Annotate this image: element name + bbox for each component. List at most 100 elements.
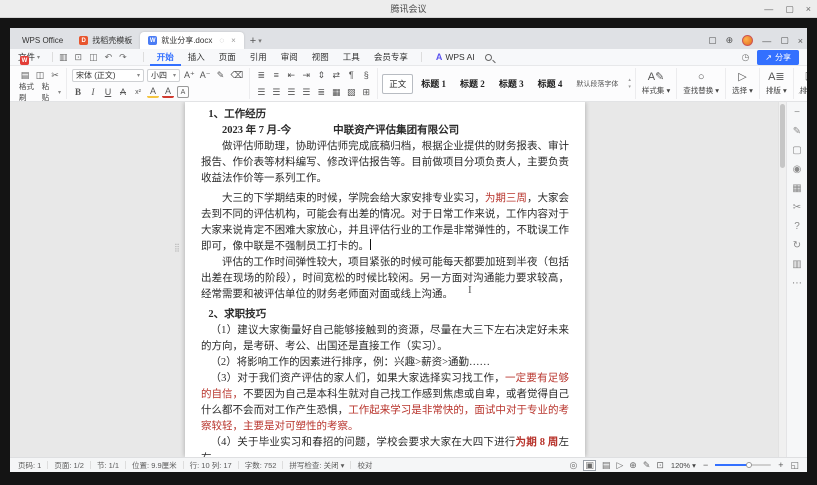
share-button[interactable]: ↗ 分享 (757, 50, 799, 65)
web-view-icon[interactable]: ⊕ (629, 461, 637, 470)
style-标题 2[interactable]: 标题 2 (454, 74, 491, 93)
ribbon-collapse-icon[interactable]: ⌃ (797, 91, 803, 99)
minimize-icon[interactable]: — (764, 4, 773, 14)
sym-icon[interactable]: ¶ (345, 69, 357, 81)
annotate-view-icon[interactable]: ✎ (643, 461, 651, 470)
indent-icon[interactable]: ⇥ (300, 69, 312, 81)
tab-close-icon[interactable]: × (231, 36, 236, 45)
close-icon[interactable]: × (806, 4, 811, 14)
justify-icon[interactable]: ☰ (300, 86, 312, 98)
scissors-icon[interactable]: ✂ (793, 203, 801, 213)
lspace-icon[interactable]: ⇕ (315, 69, 327, 81)
copy-icon[interactable]: ◫ (34, 69, 46, 81)
border-icon[interactable]: ⊞ (360, 86, 372, 98)
search-icon[interactable] (485, 54, 492, 61)
doc-paragraph[interactable]: 1、工作经历 (201, 107, 569, 123)
styles-scroll-arrows[interactable]: ▴▾ (628, 77, 631, 90)
cut-icon[interactable]: ✂ (49, 69, 61, 81)
strike-icon[interactable]: A (117, 86, 129, 98)
doc-paragraph[interactable]: 做评估师助理，协助评估师完成底稿归档，根据企业提供的财务报表、审计报告、作价表等… (201, 139, 569, 187)
wps-restore-icon[interactable]: ▢ (780, 35, 789, 46)
paste-icon[interactable]: ▤ (19, 69, 31, 81)
restore-icon[interactable]: ▢ (785, 4, 794, 15)
preview-icon[interactable]: ◫ (89, 52, 98, 63)
style-标题 3[interactable]: 标题 3 (493, 74, 530, 93)
style-set-button[interactable]: A✎样式集 ▾ (636, 68, 677, 99)
menu-item-开始[interactable]: 开始 (150, 49, 181, 66)
bold-icon[interactable]: B (72, 86, 84, 98)
pset-icon[interactable]: § (360, 69, 372, 81)
more-icon[interactable]: ⋯ (792, 279, 802, 289)
save-icon[interactable]: ▥ (59, 52, 68, 63)
image-icon[interactable]: ▦ (792, 184, 801, 194)
wps-tab[interactable]: D找稻壳模板 (71, 32, 140, 49)
menu-item-页面[interactable]: 页面 (212, 49, 243, 66)
wps-tab[interactable]: W就业分享.docx◌× (140, 32, 244, 49)
doc-paragraph[interactable]: （2）将影响工作的因素进行排序，例：兴趣>薪资>通勤…… (201, 355, 569, 371)
eye-view-icon[interactable]: ◎ (569, 461, 577, 470)
zoom-slider[interactable] (715, 464, 771, 466)
grid-icon[interactable]: ▦ (330, 86, 342, 98)
redo-icon[interactable]: ↷ (119, 52, 127, 63)
style-默认段落字体[interactable]: 默认段落字体 (570, 76, 624, 92)
scroll-up-icon[interactable]: ▴ (628, 77, 631, 83)
doc-paragraph[interactable]: 评估的工作时间弹性较大，项目紧张的时候可能每天都要加班到半夜（包括出差在现场的阶… (201, 255, 569, 303)
distribute-icon[interactable]: ≣ (315, 86, 327, 98)
comment-icon[interactable]: ▢ (792, 146, 801, 156)
pageview-view-icon[interactable]: ▣ (583, 460, 596, 471)
doc-paragraph[interactable]: （1）建议大家衡量好自己能够接触到的资源，尽量在大三下左右决定好未来的方向，是考… (201, 323, 569, 355)
zoom-in-button[interactable]: + (778, 460, 783, 470)
menu-item-审阅[interactable]: 审阅 (274, 49, 305, 66)
scroll-down-icon[interactable]: ▾ (628, 84, 631, 90)
wps-minimize-icon[interactable]: — (762, 36, 771, 46)
style-标题 4[interactable]: 标题 4 (532, 74, 569, 93)
numbering-icon[interactable]: ≡ (270, 69, 282, 81)
collapse-icon[interactable]: − (794, 108, 800, 118)
menu-item-视图[interactable]: 视图 (305, 49, 336, 66)
zoom-level[interactable]: 120% ▾ (671, 461, 696, 470)
align-right-icon[interactable]: ☰ (285, 86, 297, 98)
print-icon[interactable]: ⊡ (75, 52, 83, 63)
read-view-icon[interactable]: ▷ (616, 461, 623, 470)
wps-tab[interactable]: WWPS Office (14, 32, 71, 49)
menu-item-会员专享[interactable]: 会员专享 (367, 49, 415, 66)
globe-settings-icon[interactable]: ⊕ (726, 35, 734, 46)
shrink-font-icon[interactable]: A⁻ (199, 70, 212, 82)
zoom-out-button[interactable]: − (703, 460, 708, 470)
paste-button[interactable]: 粘贴 (42, 81, 55, 102)
menu-item-引用[interactable]: 引用 (243, 49, 274, 66)
dir-icon[interactable]: ⇄ (330, 69, 342, 81)
outline-view-icon[interactable]: ▤ (602, 461, 611, 470)
document-page[interactable]: 1、工作经历2023 年 7 月-今 中联资产评估集团有限公司做评估师助理，协助… (185, 102, 585, 457)
font-name-combo[interactable]: 宋体 (正文) ▾ (72, 69, 144, 82)
vertical-scrollbar[interactable] (778, 102, 786, 457)
style-正文[interactable]: 正文 (382, 74, 413, 94)
outdent-icon[interactable]: ⇤ (285, 69, 297, 81)
menu-item-插入[interactable]: 插入 (181, 49, 212, 66)
menu-item-工具[interactable]: 工具 (336, 49, 367, 66)
doc-paragraph[interactable]: 2、求职技巧 (201, 307, 569, 323)
shade-icon[interactable]: ▨ (345, 86, 357, 98)
tab-list-arrow-icon[interactable]: ▾ (258, 37, 262, 45)
contacts-icon[interactable]: ◉ (793, 165, 802, 175)
text-effect-icon[interactable]: ✎ (215, 70, 227, 82)
italic-icon[interactable]: I (87, 86, 99, 98)
doc-paragraph[interactable]: （4）关于毕业实习和春招的问题，学校会要求大家在大四下进行为期 8 周左右 (201, 435, 569, 457)
wps-close-icon[interactable]: × (798, 36, 803, 46)
style-标题 1[interactable]: 标题 1 (415, 74, 452, 93)
clear-format-icon[interactable]: ⌫ (230, 70, 245, 82)
select-button[interactable]: ▷选择 ▾ (726, 68, 760, 99)
history-icon[interactable]: ◷ (741, 52, 749, 63)
font-size-combo[interactable]: 小四 ▾ (147, 69, 180, 82)
zoom-slider-knob[interactable] (746, 462, 752, 468)
align-center-icon[interactable]: ☰ (270, 86, 282, 98)
underline-icon[interactable]: U (102, 86, 114, 98)
bullets-icon[interactable]: ≣ (255, 69, 267, 81)
document-canvas[interactable]: 1、工作经历2023 年 7 月-今 中联资产评估集团有限公司做评估师助理，协助… (10, 102, 778, 457)
doc-paragraph[interactable]: （3）对于我们资产评估的家人们，如果大家选择实习找工作，一定要有足够的自信，不要… (201, 371, 569, 435)
paragraph-drag-handle[interactable]: ⣿ (174, 244, 180, 252)
format-painter-button[interactable]: 格式刷 (19, 81, 39, 102)
new-tab-button[interactable]: + (250, 35, 256, 47)
user-avatar[interactable] (742, 35, 753, 46)
align-left-icon[interactable]: ☰ (255, 86, 267, 98)
